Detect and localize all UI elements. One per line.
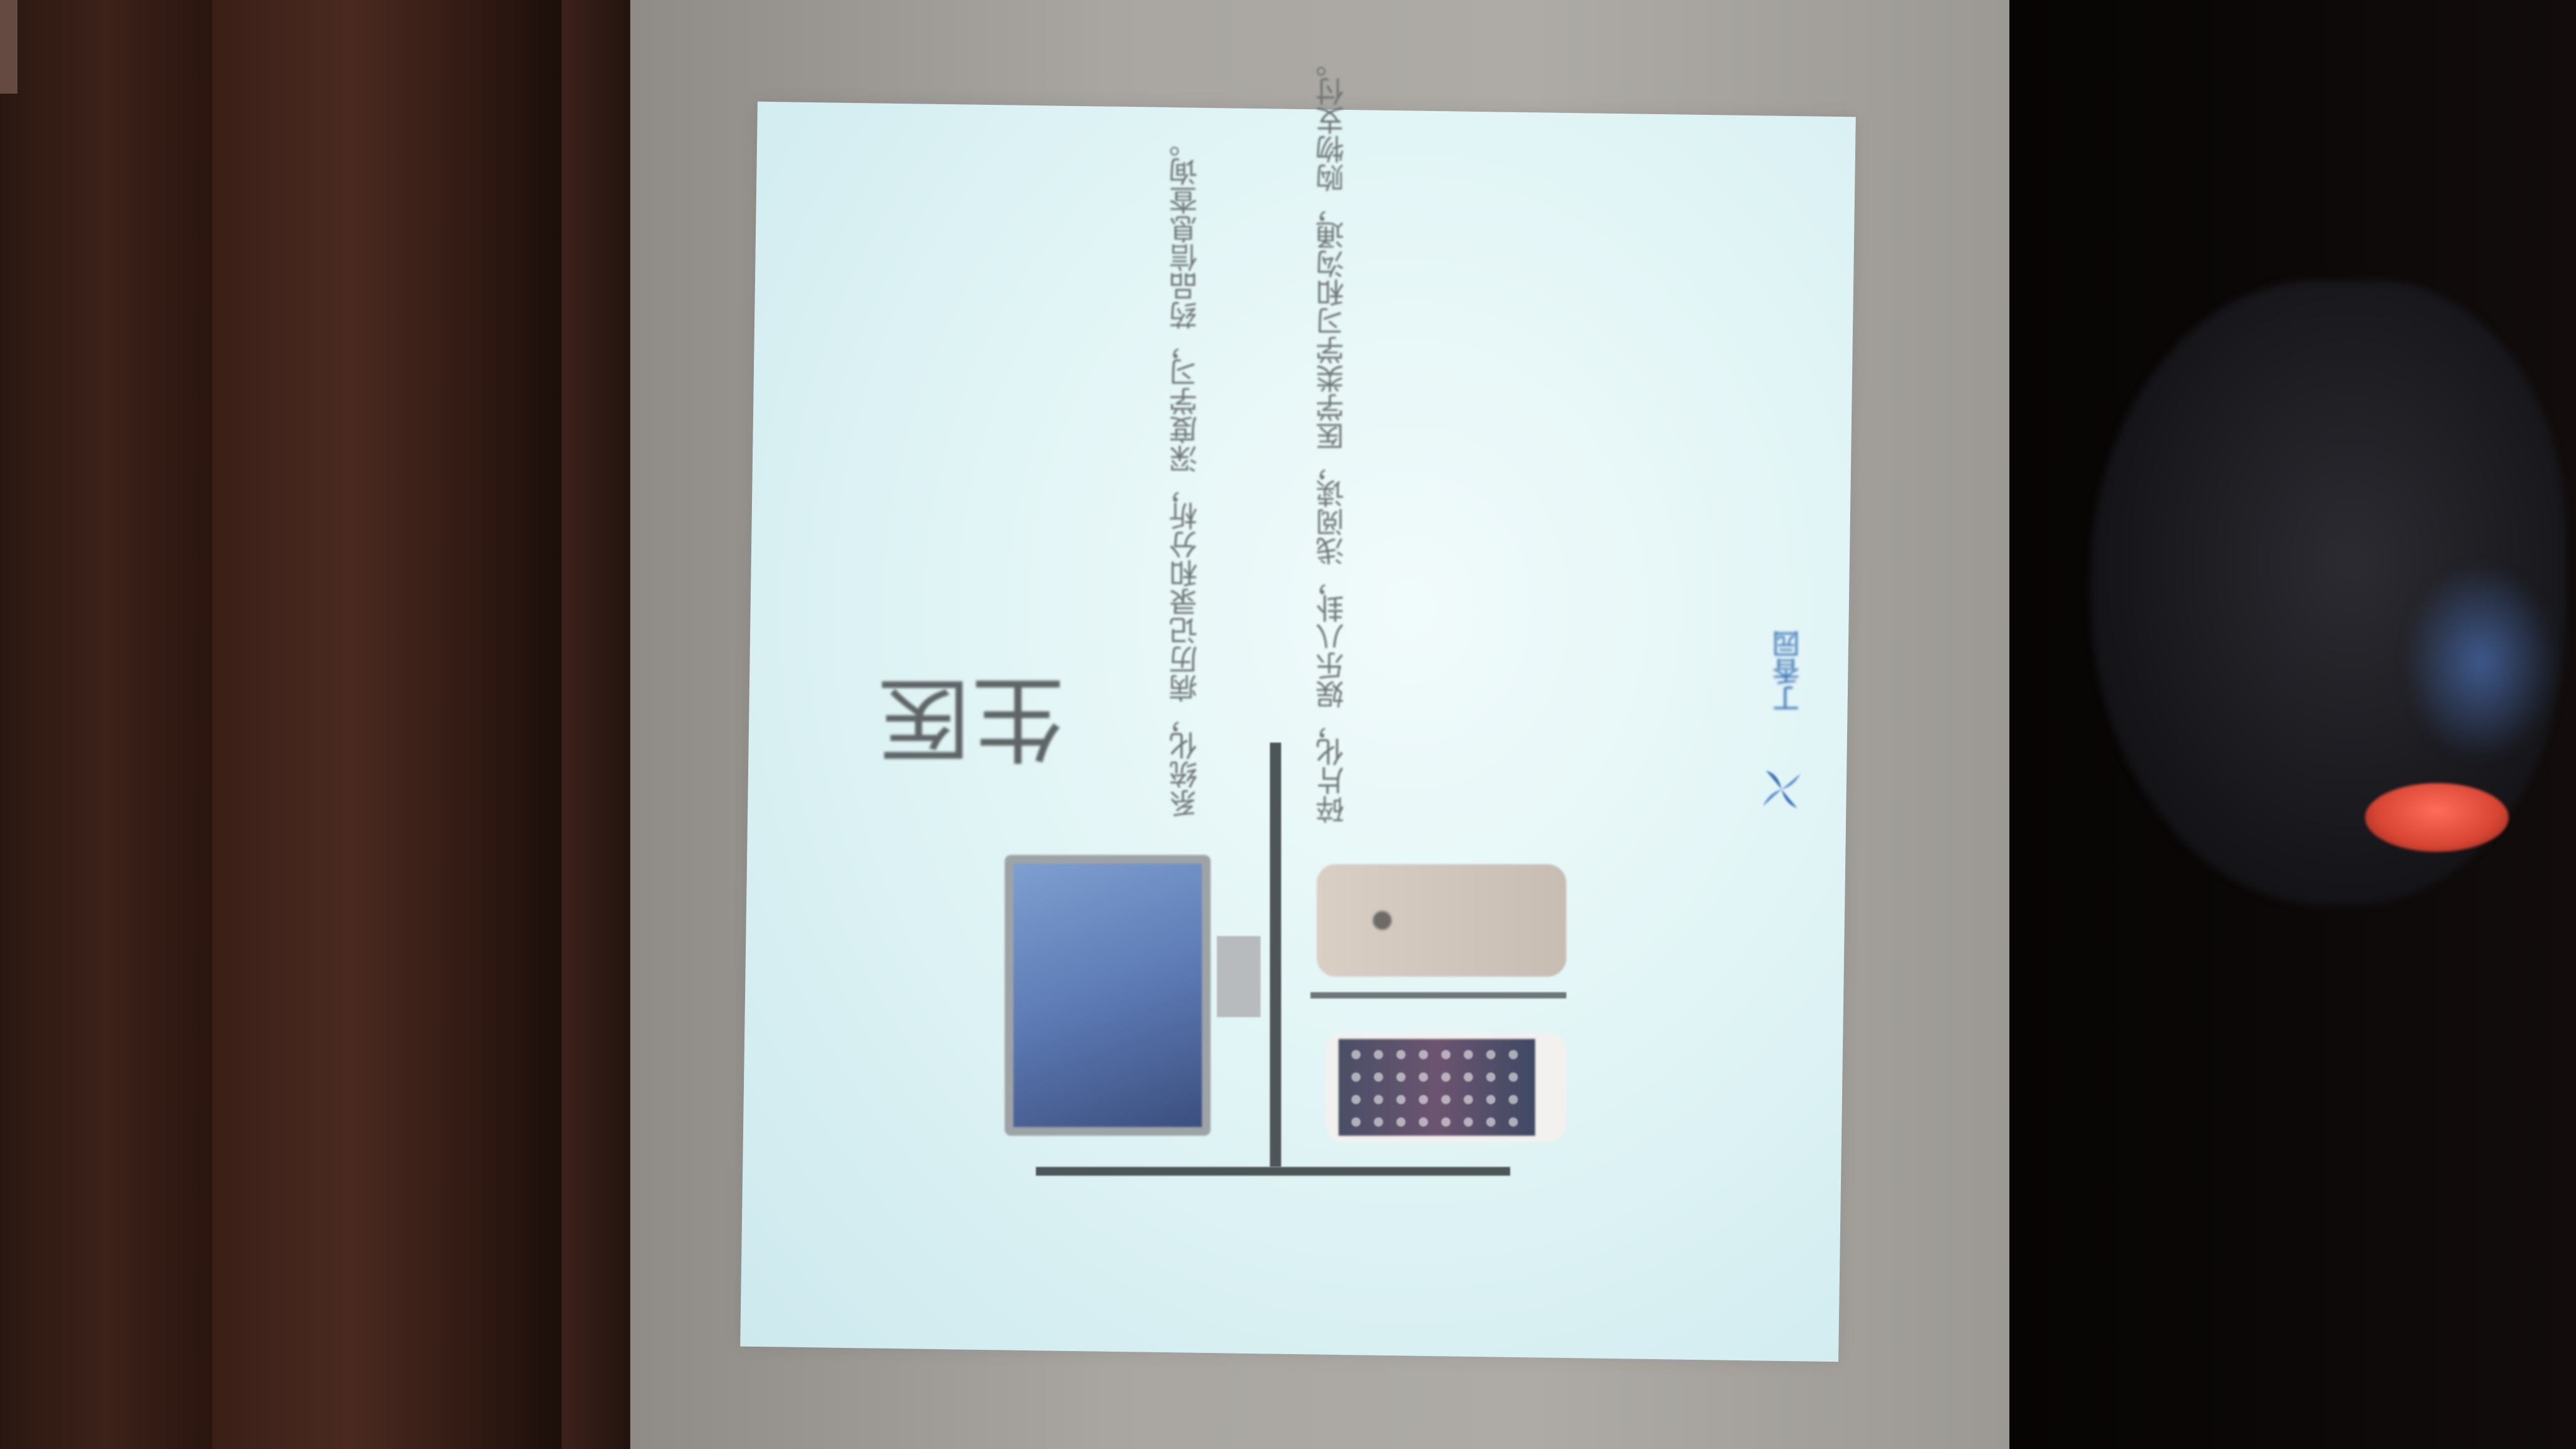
- slide-divider-devices: [1310, 992, 1566, 998]
- left-wall: [0, 0, 212, 1449]
- wood-pillar: [212, 0, 562, 1449]
- app-icons-grid: [1345, 1043, 1529, 1131]
- wall-edge: [0, 0, 17, 94]
- desktop-usage-text: 系统化，病历记录和分析，深度学习，药品信息查询。: [1168, 129, 1202, 817]
- dxy-logo-icon: [1763, 771, 1800, 808]
- audience-ear: [2365, 783, 2509, 852]
- slide-title: 医生: [879, 674, 1081, 768]
- dxy-logo-text: 丁香园: [1773, 630, 1805, 713]
- imac-image: [1005, 855, 1217, 1136]
- slide-divider-vertical: [1270, 743, 1281, 1167]
- slide-divider-baseline: [1036, 1167, 1510, 1176]
- imac-stand: [1217, 936, 1261, 1017]
- mobile-usage-text: 碎片化，娱乐八卦，浅阅读，医学类学习和沟通，购物支付。: [1315, 49, 1349, 824]
- apple-logo-icon: [1373, 911, 1392, 930]
- iphone-back-image: [1317, 864, 1566, 977]
- photo-scene: 医生 系统化，病历记录和分析，深度学习，药品信息查询。 碎片化，娱乐八卦，浅阅读…: [0, 0, 2576, 1449]
- imac-screen: [1005, 855, 1211, 1136]
- hair-highlight: [2403, 562, 2559, 761]
